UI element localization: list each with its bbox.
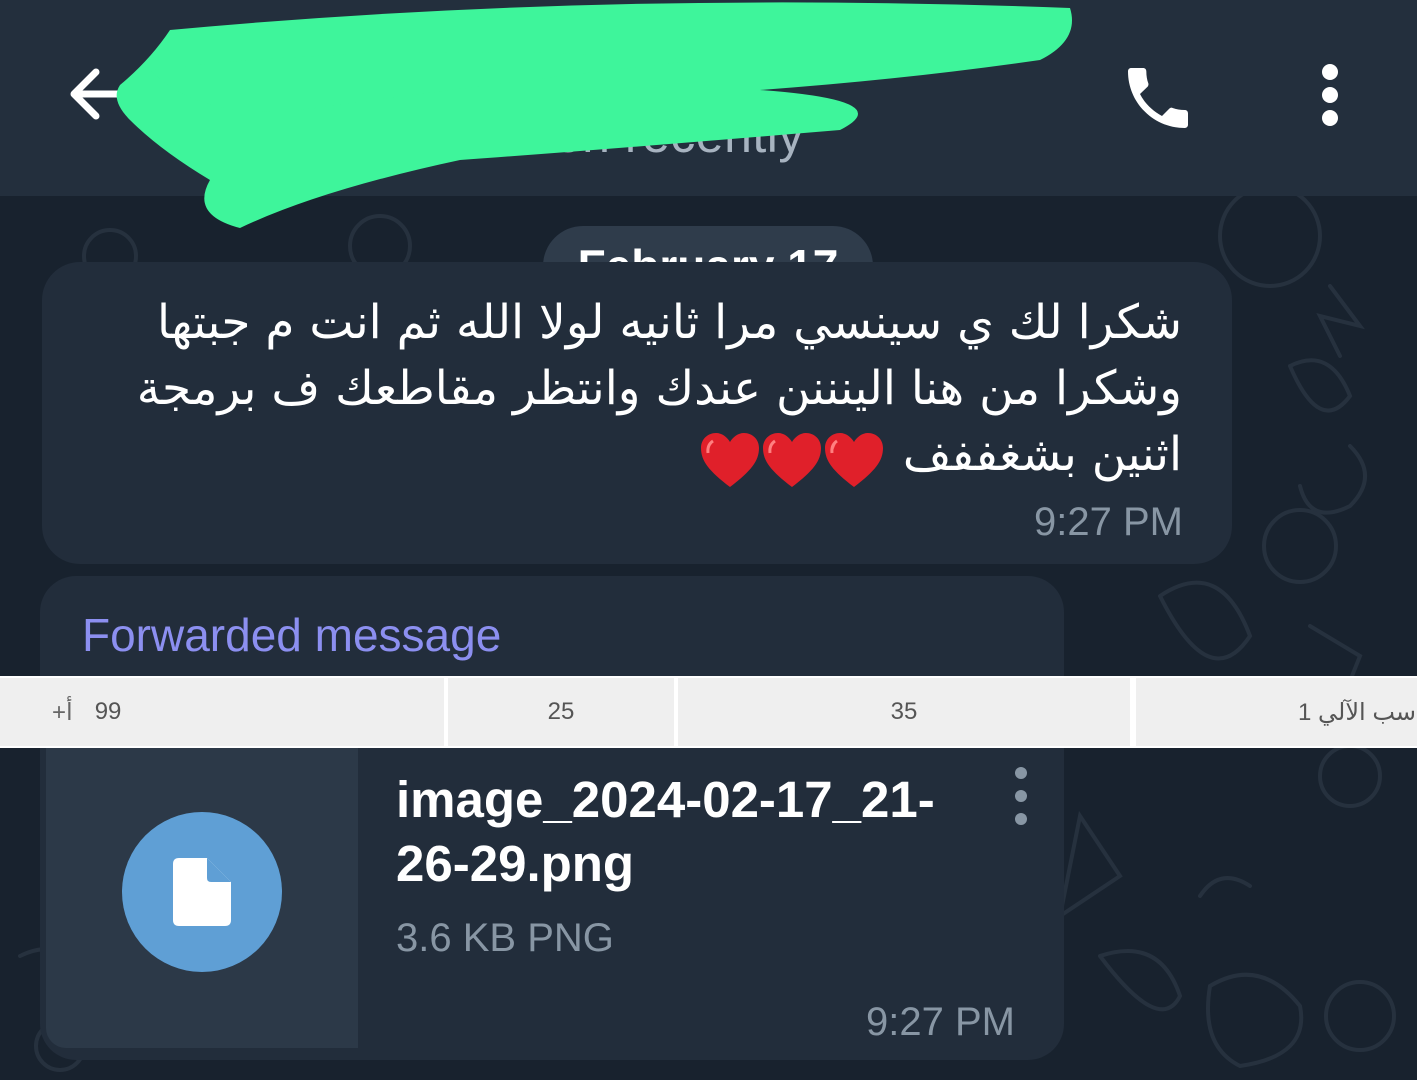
file-menu-dots-icon[interactable] (1006, 766, 1036, 830)
message-text: شكرا لك ي سينسي مرا ثانيه لولا الله ثم ا… (70, 290, 1182, 491)
vertical-dots-icon[interactable] (1300, 58, 1360, 138)
file-name-line: 26-29.png (396, 835, 635, 892)
strip-cell[interactable]: +أ 99 (0, 678, 444, 746)
strip-cell[interactable]: 35 (678, 678, 1130, 746)
heart-icon (700, 433, 759, 487)
suggestion-strip: +أ 99 25 35 سب الآلي 1 (0, 676, 1417, 748)
chat-header: seen recently (0, 0, 1417, 196)
message-line: وشكرا من هنا الينننن عندك وانتظر مقاطعك … (136, 361, 1182, 416)
file-name-line: image_2024-02-17_21- (396, 771, 935, 828)
message-time: 9:27 PM (866, 1000, 1015, 1044)
strip-cell[interactable]: سب الآلي 1 (1136, 678, 1417, 746)
last-seen-status: seen recently (500, 107, 804, 163)
strip-cell-value: 99 (94, 698, 122, 725)
message-line-last: اثنين بشغففف (70, 422, 1182, 491)
strip-cell-value: 35 (890, 698, 918, 725)
strip-cell[interactable]: 25 (448, 678, 674, 746)
file-name[interactable]: image_2024-02-17_21- 26-29.png (396, 768, 996, 896)
message-line: شكرا لك ي سينسي مرا ثانيه لولا الله ثم ا… (157, 295, 1182, 350)
phone-icon[interactable] (1118, 58, 1198, 138)
strip-cell-value: 25 (547, 698, 575, 725)
document-icon[interactable] (122, 812, 282, 972)
message-time: 9:27 PM (1034, 500, 1183, 544)
strip-cell-prefix: +أ (52, 698, 73, 726)
forwarded-label[interactable]: Forwarded message (82, 608, 501, 662)
file-size: 3.6 KB PNG (396, 916, 614, 960)
heart-icon (762, 433, 821, 487)
chat-screen: seen recently February 17 شكرا لك ي سينس… (0, 0, 1417, 1080)
heart-icon (824, 433, 883, 487)
message-line-text: اثنين بشغففف (902, 427, 1182, 482)
strip-cell-value: سب الآلي 1 (1298, 698, 1417, 726)
file-glyph-icon (173, 858, 231, 926)
arrow-left-icon[interactable] (62, 58, 134, 130)
heart-emoji-icons (699, 425, 885, 491)
